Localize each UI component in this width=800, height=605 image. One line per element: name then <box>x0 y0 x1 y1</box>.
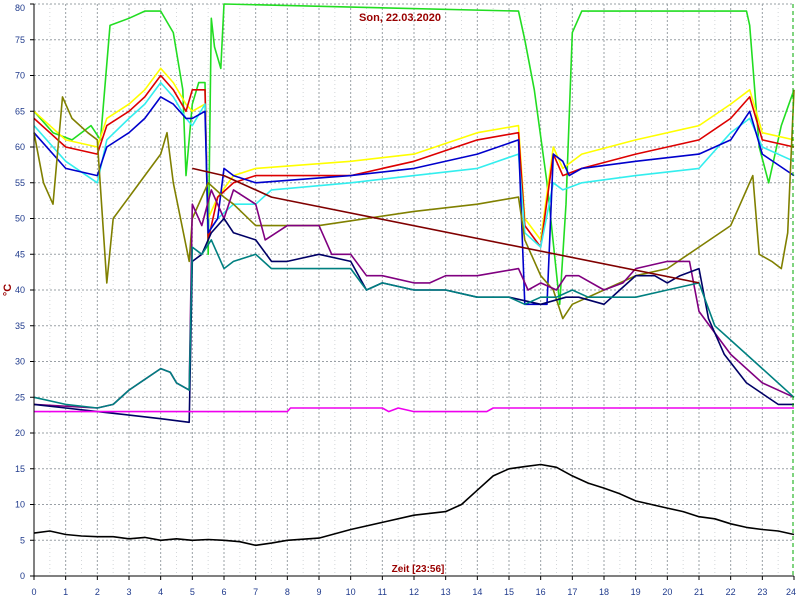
x-tick-label: 0 <box>31 587 36 597</box>
x-tick-label: 7 <box>253 587 258 597</box>
chart-canvas: 0 1 2 3 4 5 6 7 8 9 10 11 12 13 14 15 16 17 18 19 20 21 22 23 24… <box>2 3 796 597</box>
y-tick-label: 5 <box>20 535 25 545</box>
x-tick-label: 4 <box>158 587 163 597</box>
x-tick-label: 6 <box>221 587 226 597</box>
y-tick-label: 0 <box>20 571 25 581</box>
y-tick-label: 60 <box>15 142 25 152</box>
series-line-7 <box>33 189 795 409</box>
x-tick-label: 14 <box>472 587 482 597</box>
y-tick-label: 65 <box>15 106 25 116</box>
x-tick-label: 9 <box>316 587 321 597</box>
x-tick-label: 11 <box>378 587 387 597</box>
x-tick-label: 22 <box>726 587 736 597</box>
x-tick-label: 3 <box>126 587 131 597</box>
series-line-2 <box>33 67 795 241</box>
x-tick-label: 5 <box>190 587 195 597</box>
x-tick-label: 19 <box>631 587 641 597</box>
x-tick-label: 24 <box>786 587 796 597</box>
y-tick-label: 35 <box>15 321 25 331</box>
y-tick-label: 30 <box>15 357 25 367</box>
x-tick-label: 8 <box>285 587 290 597</box>
x-tick-label: 23 <box>757 587 767 597</box>
y-tick-label: 40 <box>15 285 25 295</box>
y-tick-label: 70 <box>15 71 25 81</box>
x-tick-label: 16 <box>536 587 546 597</box>
y-tick-label: 10 <box>15 500 25 510</box>
chart-title: Son, 22.03.2020 <box>359 12 441 24</box>
x-tick-label: 15 <box>504 587 514 597</box>
tick-labels: 0 1 2 3 4 5 6 7 8 9 10 11 12 13 14 15 16 17 18 19 20 21 22 23 24… <box>15 3 796 597</box>
x-tick-label: 2 <box>95 587 100 597</box>
y-tick-label: 75 <box>15 35 25 45</box>
x-tick-label: 21 <box>694 587 704 597</box>
y-tick-label: 45 <box>15 249 25 259</box>
y-axis-label: °C <box>2 284 14 296</box>
x-tick-label: 10 <box>346 587 356 597</box>
x-tick-label: 1 <box>63 587 68 597</box>
x-tick-label: 17 <box>567 587 577 597</box>
temperature-chart: 0 1 2 3 4 5 6 7 8 9 10 11 12 13 14 15 16 17 18 19 20 21 22 23 24… <box>0 0 800 600</box>
x-tick-label: 13 <box>441 587 451 597</box>
x-tick-label: 18 <box>599 587 609 597</box>
y-tick-label: 50 <box>15 214 25 224</box>
y-tick-label: 55 <box>15 178 25 188</box>
y-tick-label: 80 <box>15 3 25 13</box>
x-tick-label: 20 <box>662 587 672 597</box>
y-tick-label: 25 <box>15 392 25 402</box>
x-axis-label: Zeit [23:56] <box>392 564 445 575</box>
y-tick-label: 15 <box>15 464 25 474</box>
x-tick-label: 12 <box>409 587 419 597</box>
y-tick-label: 20 <box>15 428 25 438</box>
